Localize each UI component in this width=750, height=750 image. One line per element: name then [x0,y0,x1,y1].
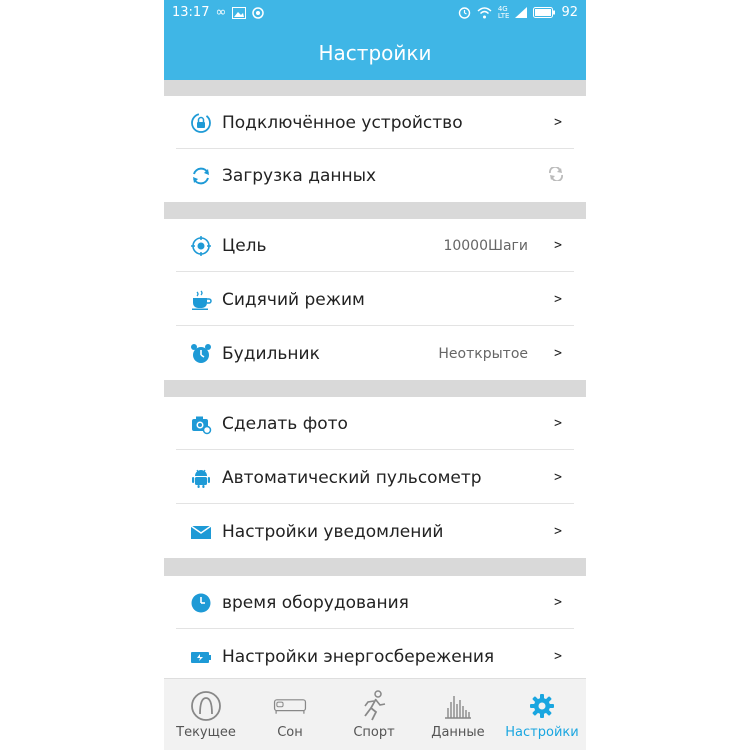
status-left: 13:17 ∞ [172,5,265,20]
settings-row-take-photo[interactable]: Сделать фото > [164,397,586,450]
settings-row-auto-heart-rate[interactable]: Автоматический пульсометр > [164,451,586,504]
section-divider [164,202,586,219]
chevron-right-icon: > [554,649,562,664]
phone-screen: 13:17 ∞ 4G LTE 92 Настройки Подключённое… [164,0,586,750]
take-photo-label: Сделать фото [222,413,348,434]
auto-heart-rate-label: Автоматический пульсометр [222,467,482,488]
page-title: Настройки [318,41,432,65]
sync-icon [190,165,212,187]
camera-icon [190,413,212,435]
section-divider [164,380,586,397]
tab-label: Текущее [176,725,236,740]
battery-icon [533,7,556,18]
status-time: 13:17 [172,5,210,20]
chevron-right-icon: > [554,524,562,539]
current-icon [189,689,223,723]
chevron-right-icon: > [554,115,562,130]
status-right: 4G LTE 92 [458,5,578,20]
chevron-right-icon: > [554,346,562,361]
tab-settings[interactable]: Настройки [500,679,584,750]
android-icon [190,467,212,489]
tab-label: Сон [277,725,303,740]
tab-label: Спорт [353,725,395,740]
battery-saving-icon [190,646,212,668]
bottom-tab-bar: Текущее Сон Спорт Данные Настройки [164,678,586,750]
gear-icon [525,689,559,723]
power-saving-label: Настройки энергосбережения [222,646,495,667]
chevron-right-icon: > [554,470,562,485]
row-divider [176,503,574,504]
data-upload-label: Загрузка данных [222,165,377,186]
envelope-icon [190,521,212,543]
alarm-clock-icon [190,343,212,365]
tab-sleep[interactable]: Сон [248,679,332,750]
alarm-status-icon [458,7,471,19]
row-divider [176,325,574,326]
settings-row-data-upload[interactable]: Загрузка данных [164,149,586,202]
chevron-right-icon: > [554,238,562,253]
battery-level: 92 [561,5,578,20]
browser-icon [252,6,265,19]
settings-row-connected-device[interactable]: Подключённое устройство > [164,96,586,149]
network-type: 4G LTE [497,4,510,20]
chevron-right-icon: > [554,292,562,307]
section-divider [164,558,586,576]
goal-label: Цель [222,235,267,256]
page-title-bar: Настройки [164,26,586,80]
sedentary-label: Сидячий режим [222,289,365,310]
alarm-value: Неоткрытое [438,345,528,362]
section-divider [164,80,586,96]
goal-value: 10000Шаги [443,237,528,254]
status-bar: 13:17 ∞ 4G LTE 92 [164,0,586,26]
gallery-icon [232,6,247,19]
chevron-right-icon: > [554,595,562,610]
refresh-icon[interactable] [548,165,564,185]
signal-icon [515,7,528,18]
coffee-cup-icon [190,289,212,311]
settings-row-goal[interactable]: Цель 10000Шаги > [164,219,586,272]
infinity-icon: ∞ [215,5,227,20]
runner-icon [357,689,391,723]
target-icon [190,235,212,257]
row-divider [176,628,574,629]
tab-sport[interactable]: Спорт [332,679,416,750]
device-lock-icon [190,112,212,134]
settings-row-power-saving[interactable]: Настройки энергосбережения > [164,630,586,683]
tab-label: Настройки [505,725,579,740]
row-divider [176,449,574,450]
tab-current[interactable]: Текущее [164,679,248,750]
chart-icon [441,689,475,723]
settings-row-alarm[interactable]: Будильник Неоткрытое > [164,327,586,380]
tab-label: Данные [431,725,485,740]
device-time-label: время оборудования [222,592,409,613]
settings-row-sedentary[interactable]: Сидячий режим > [164,273,586,326]
bed-icon [273,689,307,723]
row-divider [176,271,574,272]
clock-icon [190,592,212,614]
settings-row-device-time[interactable]: время оборудования > [164,576,586,629]
alarm-label: Будильник [222,343,320,364]
connected-device-label: Подключённое устройство [222,112,463,133]
tab-data[interactable]: Данные [416,679,500,750]
wifi-icon [477,6,492,18]
chevron-right-icon: > [554,416,562,431]
settings-row-notifications[interactable]: Настройки уведомлений > [164,505,586,558]
notifications-label: Настройки уведомлений [222,521,444,542]
